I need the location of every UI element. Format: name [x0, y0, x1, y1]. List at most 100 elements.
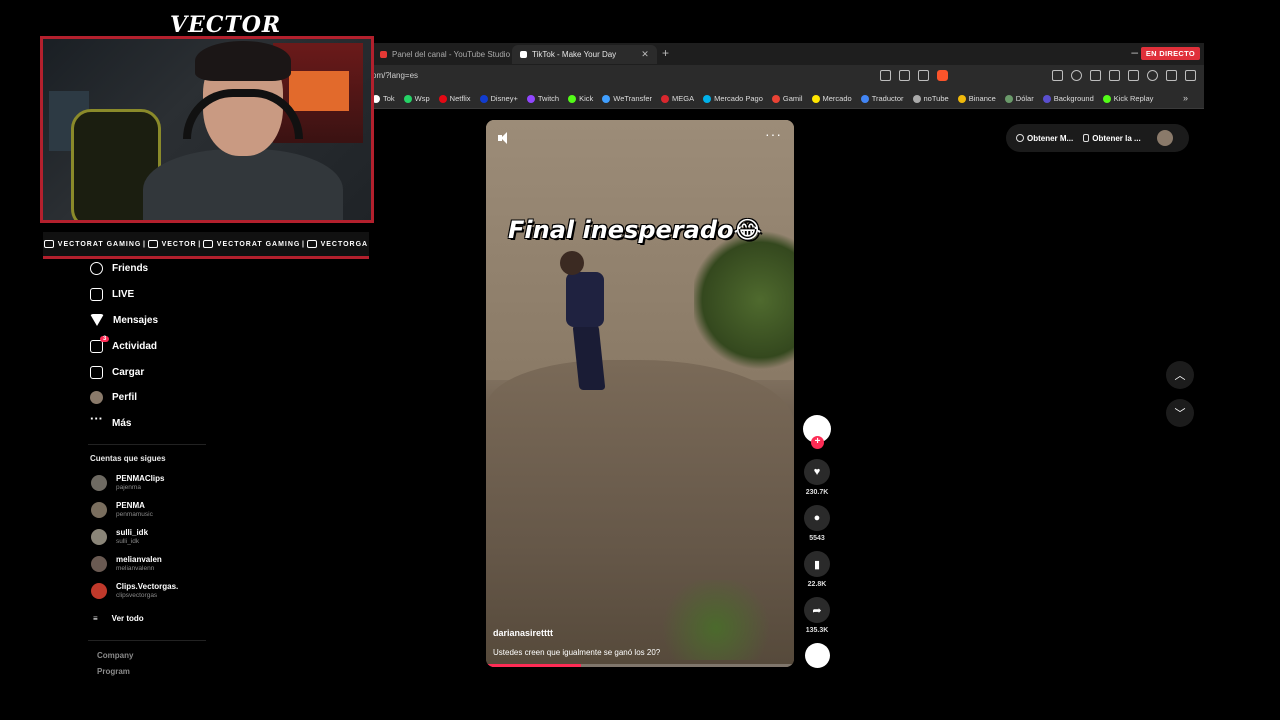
bookmark-item[interactable]: Kick Replay: [1102, 94, 1153, 103]
bookmark-item[interactable]: Binance: [957, 94, 996, 103]
video-progress-bar[interactable]: [486, 664, 794, 667]
tab-label: Panel del canal - YouTube Studio: [392, 50, 511, 59]
like-count: 230.7K: [805, 489, 829, 496]
bookmark-item[interactable]: Wsp: [403, 94, 430, 103]
bookmark-item[interactable]: Traductor: [860, 94, 904, 103]
share-icon[interactable]: [918, 70, 929, 81]
bookmark-label: Mercado: [822, 94, 852, 103]
sidebar-item-messages[interactable]: Mensajes: [90, 314, 158, 326]
like-button[interactable]: ♥ 230.7K: [803, 459, 831, 496]
comment-count: 5543: [809, 535, 825, 542]
coin-icon: [1016, 134, 1024, 142]
following-account[interactable]: melianvalen melianvalenn: [91, 555, 162, 572]
account-handle: melianvalenn: [116, 565, 155, 572]
bookmark-favicon-icon: [912, 94, 921, 103]
bookmark-label: Wsp: [414, 94, 430, 103]
bookmark-item[interactable]: Disney+: [479, 94, 518, 103]
account-avatar: [91, 582, 107, 599]
get-app-button[interactable]: Obtener la ...: [1083, 134, 1141, 143]
bookmark-favicon-icon: [1042, 94, 1051, 103]
top-right-actions: Obtener M... Obtener la ...: [1006, 124, 1189, 152]
see-all-following-button[interactable]: ≡ Ver todo: [93, 614, 144, 623]
account-name: PENMAClips: [116, 474, 165, 483]
bookmark-item[interactable]: Mercado: [811, 94, 852, 103]
bookmark-item[interactable]: Gamil: [771, 94, 803, 103]
menu-icon[interactable]: [1185, 70, 1196, 81]
bookmark-item[interactable]: Twitch: [526, 94, 560, 103]
following-section-title: Cuentas que sigues: [90, 454, 166, 463]
bookmark-label: noTube: [923, 94, 949, 103]
music-icon[interactable]: [1071, 70, 1082, 81]
sidebar-item-more[interactable]: Más: [90, 411, 131, 430]
twitch-icon: [147, 240, 158, 248]
extensions-icon[interactable]: [1128, 70, 1139, 81]
minimize-icon[interactable]: –: [1131, 45, 1138, 59]
get-coins-button[interactable]: Obtener M...: [1016, 134, 1073, 143]
bookmark-item[interactable]: Tok: [372, 94, 395, 103]
brave-shields-icon[interactable]: [937, 70, 948, 81]
sidebar-icon[interactable]: [1090, 70, 1101, 81]
account-avatar: [91, 474, 107, 491]
tab-youtube-studio[interactable]: Panel del canal - YouTube Studio: [372, 45, 518, 64]
bookmark-item[interactable]: noTube: [912, 94, 949, 103]
tab-tiktok[interactable]: TikTok - Make Your Day ✕: [512, 45, 657, 64]
following-account[interactable]: Clips.Vectorgas. clipsvectorgas: [91, 582, 178, 599]
comment-button[interactable]: ● 5543: [803, 505, 831, 542]
wallet-icon[interactable]: [1109, 70, 1120, 81]
bookmark-item[interactable]: Background: [1042, 94, 1094, 103]
account-name: Clips.Vectorgas.: [116, 582, 179, 591]
screenshot-icon[interactable]: [1052, 70, 1063, 81]
bookmark-favicon-icon: [568, 94, 577, 103]
sidebar-item-label: Cargar: [112, 367, 145, 378]
footer-link-company[interactable]: Company: [97, 651, 133, 660]
translate-icon[interactable]: [899, 70, 910, 81]
sidebar-item-upload[interactable]: Cargar: [90, 366, 144, 379]
volume-icon[interactable]: [498, 132, 512, 144]
bookmark-label: Netflix: [449, 94, 471, 103]
user-avatar[interactable]: [1156, 130, 1173, 146]
bookmark-favicon-icon: [811, 94, 820, 103]
social-link: VECTOR: [147, 240, 197, 248]
get-coins-label: Obtener M...: [1027, 133, 1074, 143]
bookmark-item[interactable]: Netflix: [438, 94, 471, 103]
bookmark-label: Dólar: [1015, 94, 1034, 103]
video-player[interactable]: Final inesperado😂 ··· darianasiretttt Us…: [486, 120, 794, 667]
bookmark-favicon-icon: [661, 94, 670, 103]
bookmarks-overflow-icon[interactable]: »: [1183, 93, 1188, 103]
account-avatar: [91, 528, 107, 545]
previous-video-button[interactable]: ︿: [1166, 361, 1194, 389]
follow-plus-icon[interactable]: +: [811, 436, 824, 449]
bookmark-item[interactable]: Kick: [568, 94, 593, 103]
bookmark-label: Kick: [579, 94, 594, 103]
video-author[interactable]: darianasiretttt: [493, 628, 553, 638]
more-options-icon[interactable]: ···: [765, 126, 782, 142]
following-account[interactable]: PENMAClips pajenma: [91, 474, 164, 491]
url-field[interactable]: om/?lang=es: [372, 71, 418, 80]
following-account[interactable]: sulli_idk sulli_idk: [91, 528, 148, 545]
close-tab-icon[interactable]: ✕: [641, 49, 649, 60]
next-video-button[interactable]: ﹀: [1166, 399, 1194, 427]
sidebar-item-activity[interactable]: 3 Actividad: [90, 336, 157, 353]
bookmark-item[interactable]: MEGA: [661, 94, 694, 103]
save-button[interactable]: ▮ 22.8K: [803, 551, 831, 588]
sidebar-item-profile[interactable]: Perfil: [90, 391, 137, 404]
sidebar-item-live[interactable]: LIVE: [90, 288, 134, 301]
share-button[interactable]: ➦ 135.3K: [803, 597, 831, 634]
bookmark-item[interactable]: WeTransfer: [602, 94, 652, 103]
sidebar-item-friends[interactable]: Friends: [90, 262, 148, 275]
leo-ai-icon[interactable]: [1147, 70, 1158, 81]
bookmark-label: Twitch: [537, 94, 560, 103]
bookmark-item[interactable]: Mercado Pago: [703, 94, 763, 103]
sidebar-item-label: Mensajes: [113, 314, 159, 326]
new-tab-button[interactable]: +: [662, 46, 669, 60]
music-disc-icon[interactable]: [805, 643, 830, 668]
youtube-icon: [43, 240, 54, 248]
vpn-icon[interactable]: [1166, 70, 1177, 81]
sidebar-divider: [88, 640, 206, 641]
following-account[interactable]: PENMA penmamusic: [91, 501, 153, 518]
reader-mode-icon[interactable]: [880, 70, 891, 81]
bookmarks-bar: Tok Wsp Netflix Disney+ Twitch Kick WeTransfer…: [372, 89, 1204, 109]
bookmark-favicon-icon: [602, 94, 611, 103]
bookmark-item[interactable]: Dólar: [1004, 94, 1034, 103]
footer-link-program[interactable]: Program: [97, 667, 130, 676]
